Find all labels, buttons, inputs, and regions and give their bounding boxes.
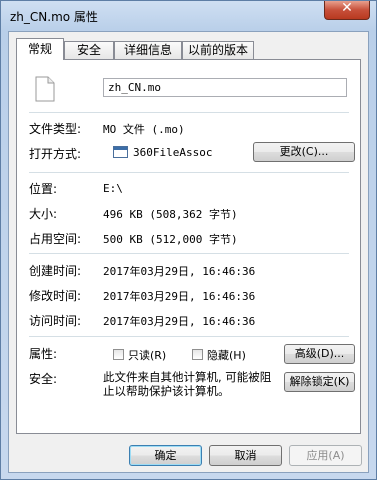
unblock-button[interactable]: 解除锁定(K) bbox=[284, 372, 355, 392]
hidden-checkbox[interactable] bbox=[192, 349, 203, 360]
file-icon bbox=[35, 76, 55, 102]
size-on-disk-value: 500 KB (512,000 字节) bbox=[103, 233, 238, 246]
ok-button[interactable]: 确定 bbox=[129, 445, 202, 466]
location-label: 位置: bbox=[29, 182, 58, 196]
accessed-label: 访问时间: bbox=[29, 314, 82, 328]
tab-security[interactable]: 安全 bbox=[64, 41, 114, 59]
size-value: 496 KB (508,362 字节) bbox=[103, 208, 238, 221]
size-on-disk-label: 占用空间: bbox=[29, 232, 82, 246]
app-window-icon bbox=[113, 146, 128, 158]
separator bbox=[29, 253, 349, 254]
file-type-label: 文件类型: bbox=[29, 122, 82, 136]
size-label: 大小: bbox=[29, 207, 58, 221]
created-label: 创建时间: bbox=[29, 264, 82, 278]
location-value: E:\ bbox=[103, 182, 123, 195]
apply-button[interactable]: 应用(A) bbox=[289, 445, 362, 466]
created-value: 2017年03月29日, 16:46:36 bbox=[103, 265, 256, 278]
advanced-button[interactable]: 高级(D)... bbox=[284, 344, 355, 364]
properties-window: zh_CN.mo 属性 ✕ 常规 安全 详细信息 以前的版本 zh_CN.mo … bbox=[0, 0, 377, 480]
opens-with-label: 打开方式: bbox=[29, 147, 82, 161]
dialog-client: 常规 安全 详细信息 以前的版本 zh_CN.mo 文件类型: MO 文件 (.… bbox=[8, 31, 369, 473]
file-type-value: MO 文件 (.mo) bbox=[103, 123, 185, 136]
security-label: 安全: bbox=[29, 372, 58, 386]
tab-general[interactable]: 常规 bbox=[16, 38, 64, 60]
accessed-value: 2017年03月29日, 16:46:36 bbox=[103, 315, 256, 328]
separator bbox=[29, 336, 349, 337]
separator bbox=[29, 112, 349, 113]
readonly-checkbox[interactable] bbox=[113, 349, 124, 360]
separator bbox=[29, 172, 349, 173]
title-bar[interactable]: zh_CN.mo 属性 ✕ bbox=[1, 0, 376, 31]
window-title: zh_CN.mo 属性 bbox=[10, 10, 98, 24]
close-button[interactable]: ✕ bbox=[324, 0, 370, 20]
opens-with-value: 360FileAssoc bbox=[133, 146, 213, 159]
modified-label: 修改时间: bbox=[29, 289, 82, 303]
security-note: 此文件来自其他计算机, 可能被阻止以帮助保护该计算机。 bbox=[103, 370, 272, 398]
readonly-label[interactable]: 只读(R) bbox=[128, 347, 166, 363]
close-icon: ✕ bbox=[341, 0, 353, 16]
general-panel: zh_CN.mo 文件类型: MO 文件 (.mo) 打开方式: 360File… bbox=[16, 59, 361, 434]
file-name-field[interactable]: zh_CN.mo bbox=[103, 78, 347, 97]
cancel-button[interactable]: 取消 bbox=[209, 445, 282, 466]
change-button[interactable]: 更改(C)... bbox=[253, 142, 355, 162]
hidden-label[interactable]: 隐藏(H) bbox=[207, 347, 246, 363]
tab-details[interactable]: 详细信息 bbox=[114, 41, 182, 59]
tab-previous-versions[interactable]: 以前的版本 bbox=[182, 41, 254, 59]
modified-value: 2017年03月29日, 16:46:36 bbox=[103, 290, 256, 303]
attributes-label: 属性: bbox=[29, 347, 58, 361]
